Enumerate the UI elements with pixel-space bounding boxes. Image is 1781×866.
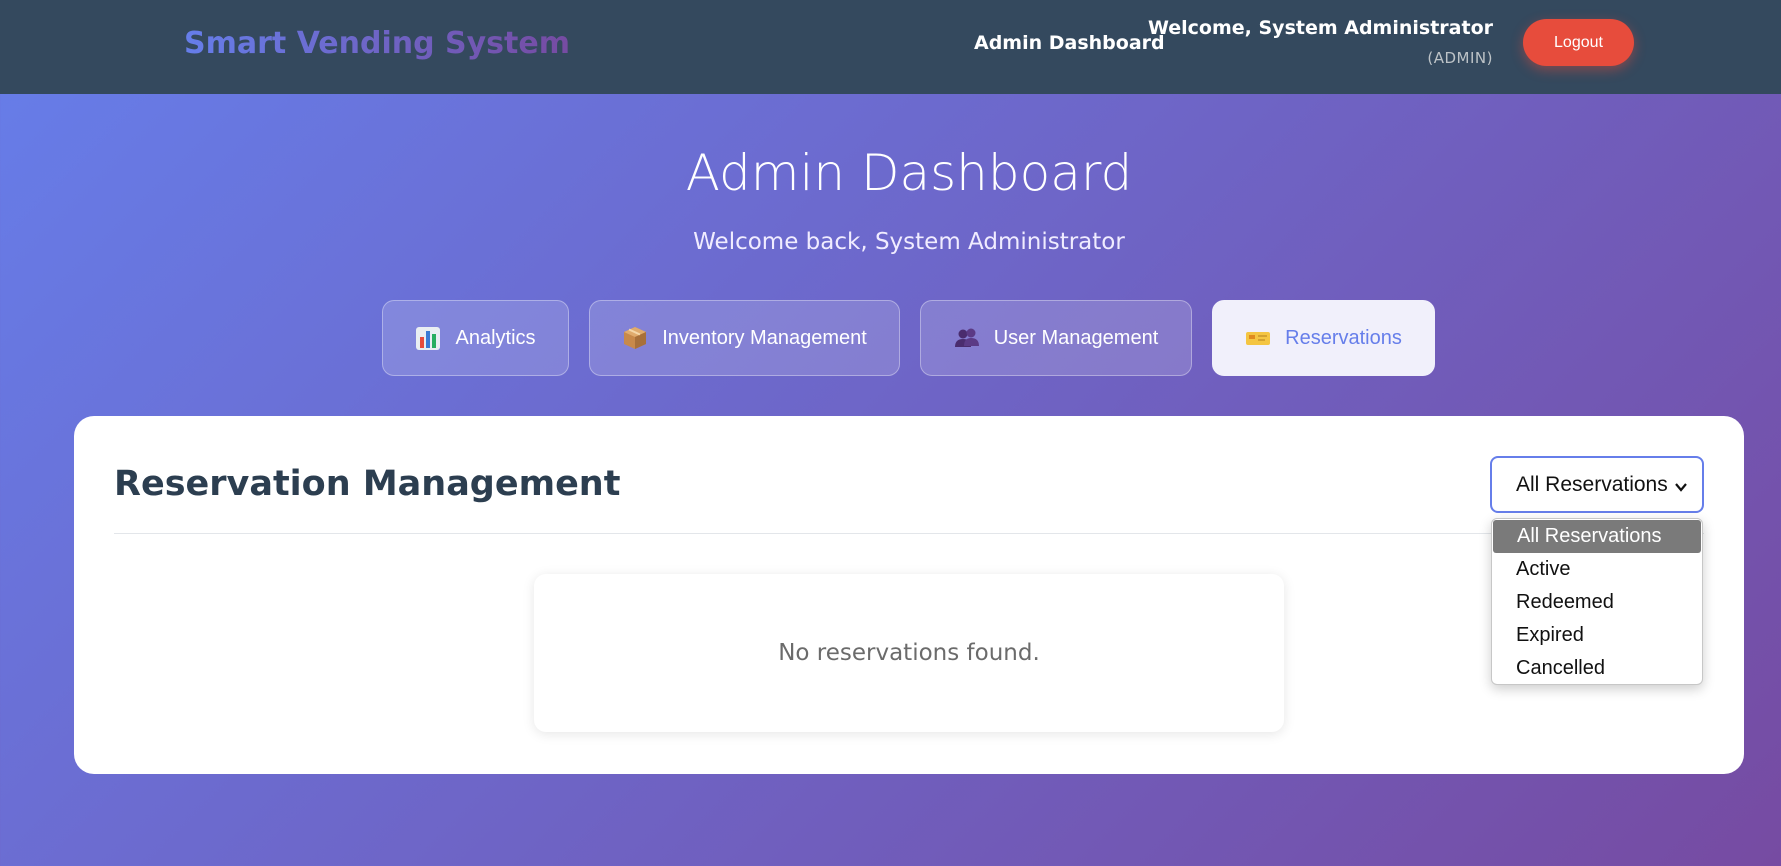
filter-option-expired[interactable]: Expired <box>1492 619 1702 652</box>
logout-button[interactable]: Logout <box>1523 19 1634 66</box>
tab-user-management[interactable]: User Management <box>920 300 1192 376</box>
brand-logo[interactable]: Smart Vending System <box>184 26 570 61</box>
reservation-filter-select[interactable]: All Reservations <box>1490 456 1704 513</box>
divider <box>114 533 1704 534</box>
page-title: Admin Dashboard <box>685 144 1133 202</box>
section-title: Reservation Management <box>114 464 621 504</box>
tab-label: Analytics <box>455 326 536 349</box>
filter-option-cancelled[interactable]: Cancelled <box>1492 652 1702 684</box>
chevron-down-icon <box>1674 476 1688 500</box>
filter-option-redeemed[interactable]: Redeemed <box>1492 586 1702 619</box>
top-navbar: Smart Vending System Admin Dashboard Wel… <box>0 0 1781 94</box>
users-icon <box>954 325 980 351</box>
tab-analytics[interactable]: Analytics <box>382 300 569 376</box>
tab-label: Inventory Management <box>662 326 867 349</box>
tab-label: User Management <box>993 326 1159 349</box>
empty-state-card: No reservations found. <box>534 574 1284 732</box>
tab-reservations[interactable]: Reservations <box>1212 300 1435 376</box>
select-value: All Reservations <box>1516 472 1668 496</box>
page-subtitle: Welcome back, System Administrator <box>693 229 1125 255</box>
tab-label: Reservations <box>1285 326 1402 349</box>
user-welcome-text: Welcome, System Administrator <box>1147 17 1493 39</box>
filter-option-active[interactable]: Active <box>1492 553 1702 586</box>
package-icon <box>622 325 648 351</box>
user-info: Welcome, System Administrator (ADMIN) <box>1148 17 1493 67</box>
bar-chart-icon <box>415 325 441 351</box>
empty-state-message: No reservations found. <box>778 640 1040 666</box>
nav-admin-dashboard-link[interactable]: Admin Dashboard <box>974 32 1165 54</box>
user-role-label: (ADMIN) <box>1427 49 1493 67</box>
filter-option-all[interactable]: All Reservations <box>1493 520 1701 553</box>
filter-dropdown-list: All Reservations Active Redeemed Expired… <box>1491 518 1703 685</box>
tab-inventory-management[interactable]: Inventory Management <box>589 300 900 376</box>
ticket-icon <box>1245 325 1271 351</box>
